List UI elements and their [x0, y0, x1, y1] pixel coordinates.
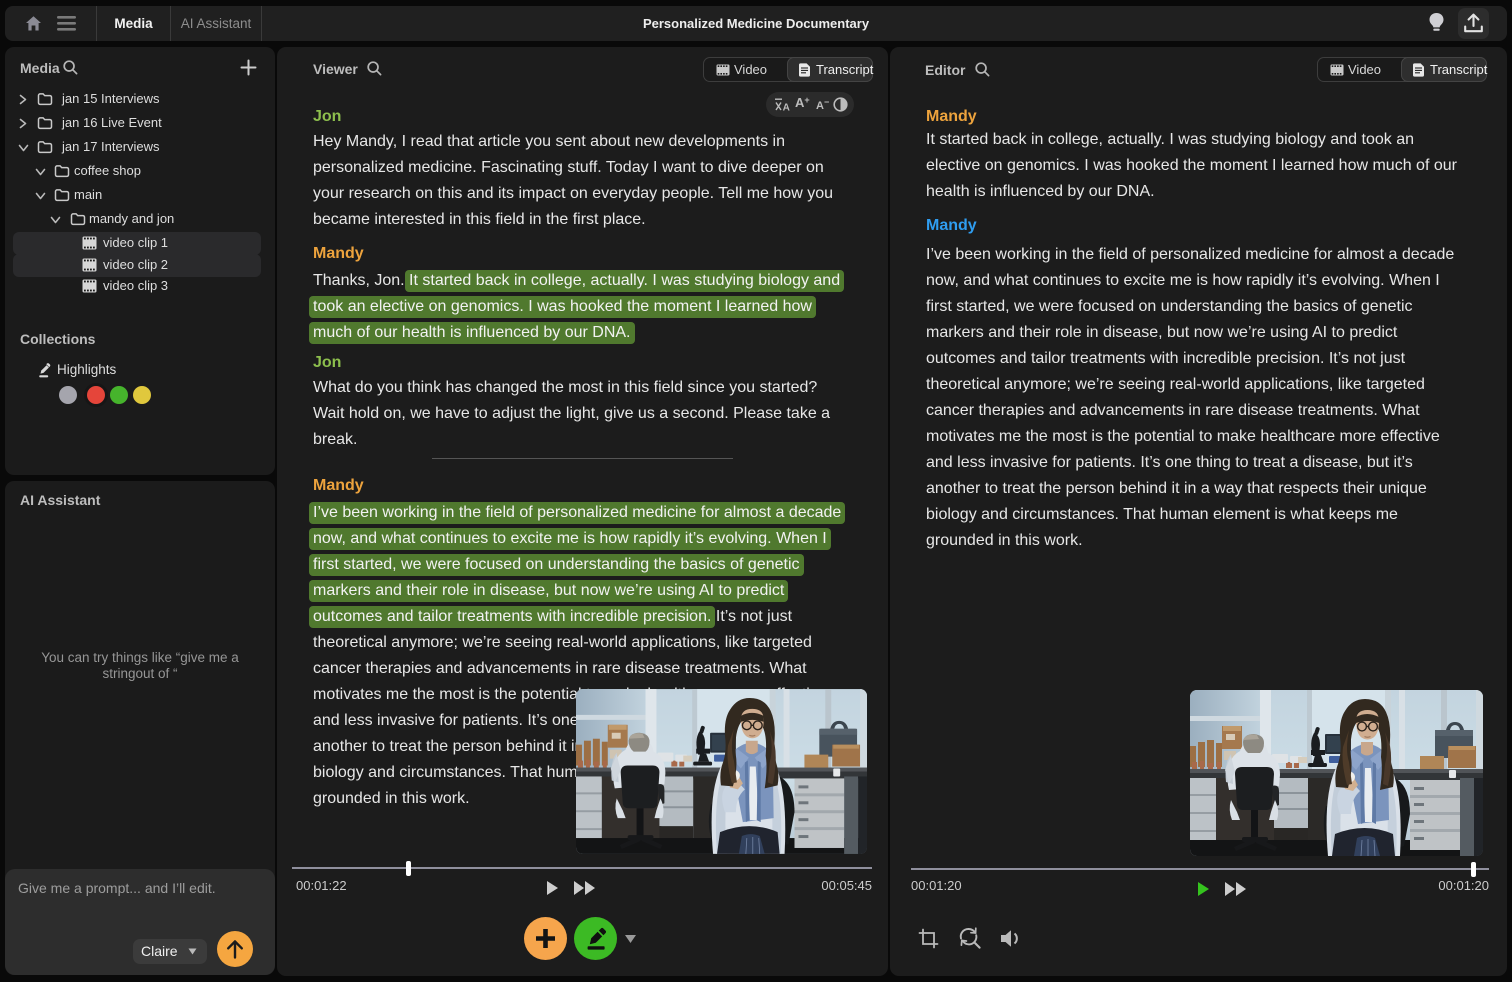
svg-text:A: A [783, 102, 790, 112]
